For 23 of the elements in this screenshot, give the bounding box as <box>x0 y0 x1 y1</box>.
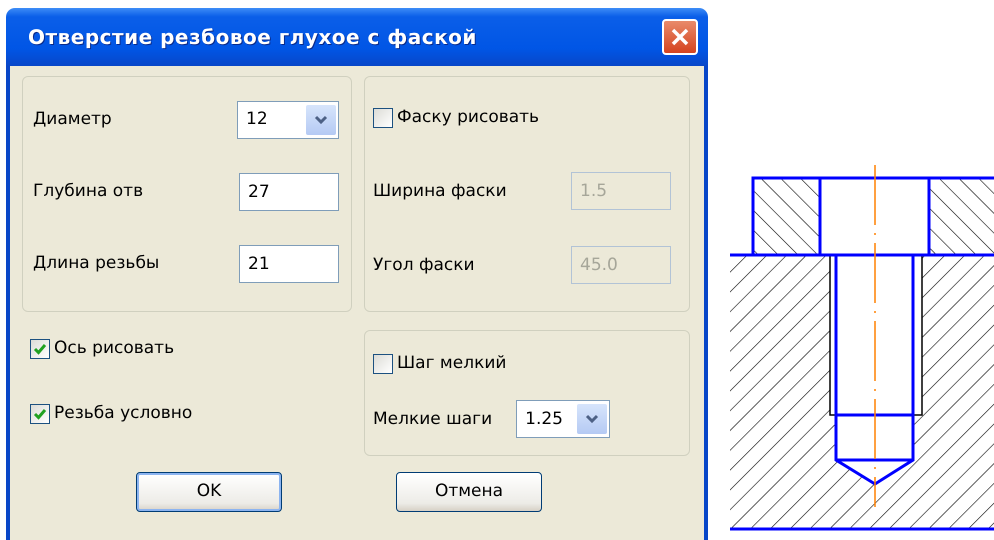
chevron-icon <box>314 115 328 125</box>
chevron-icon <box>585 414 600 424</box>
window-title: Отверстие резбовое глухое с фаской <box>28 24 477 51</box>
field-label: Ширина фаски <box>373 180 507 202</box>
input-field[interactable]: 21 <box>239 245 339 283</box>
dropdown[interactable]: 12 <box>237 101 339 139</box>
field-label: Диаметр <box>33 108 112 132</box>
dialog-button[interactable]: OK <box>136 472 282 512</box>
close-button[interactable] <box>662 19 698 55</box>
dropdown[interactable]: 1.25 <box>516 400 610 438</box>
checkbox[interactable]: Ось рисовать <box>30 336 174 362</box>
checkbox[interactable]: Шаг мелкий <box>373 351 506 376</box>
field-label: Глубина отв <box>33 180 144 204</box>
input-field[interactable]: 27 <box>239 173 339 211</box>
checkmark-icon <box>33 342 47 355</box>
field-label: Длина резьбы <box>33 252 160 276</box>
checkbox[interactable]: Фаску рисовать <box>373 105 540 130</box>
checkbox[interactable]: Резьба условно <box>30 401 192 427</box>
dialog-button[interactable]: Отмена <box>396 472 542 512</box>
field-label: Мелкие шаги <box>373 408 492 430</box>
close-icon <box>670 27 690 47</box>
checkmark-icon <box>33 408 47 420</box>
field-label: Угол фаски <box>373 254 475 276</box>
